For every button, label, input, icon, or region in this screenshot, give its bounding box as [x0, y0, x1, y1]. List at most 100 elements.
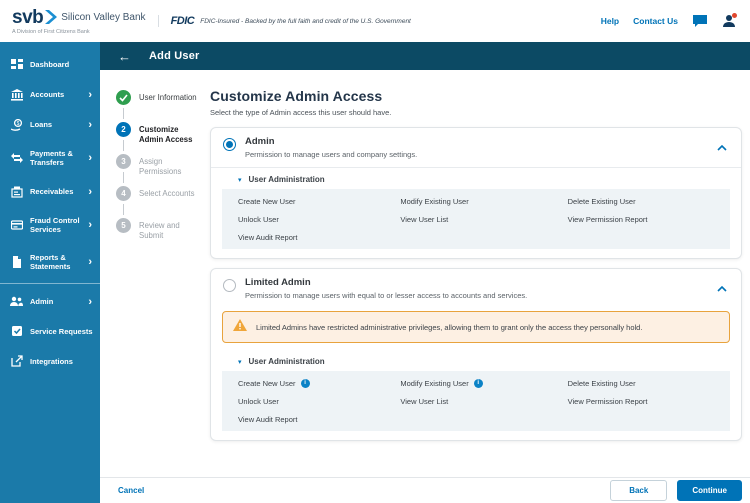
step-number: 3 [116, 154, 131, 169]
sidebar-nav: Dashboard Accounts › $ Loans › Payments … [0, 42, 100, 503]
permission-item: View User List [400, 214, 449, 224]
sidebar-item-loans[interactable]: $ Loans › [0, 110, 100, 140]
limited-admin-radio[interactable] [223, 279, 236, 292]
limited-admin-card-description: Permission to manage users with equal to… [245, 291, 528, 300]
step-connector [123, 172, 124, 183]
sidebar-item-service-requests[interactable]: Service Requests [0, 316, 100, 346]
fdic-text: FDIC-Insured - Backed by the full faith … [200, 17, 411, 25]
info-icon[interactable]: i [300, 378, 310, 388]
admin-radio[interactable] [223, 138, 236, 151]
continue-button[interactable]: Continue [677, 480, 742, 501]
permission-row: Create New User Modify Existing User Del… [238, 192, 730, 210]
back-arrow-icon[interactable]: ← [118, 50, 131, 63]
info-icon[interactable]: i [473, 378, 483, 388]
permission-item: Create New User i [238, 378, 400, 388]
step-assign-permissions[interactable]: 3 Assign Permissions [116, 154, 204, 186]
fdic-notice: FDIC FDIC-Insured - Backed by the full f… [157, 15, 411, 27]
chevron-right-icon: › [88, 119, 92, 131]
step-customize-admin-access[interactable]: 2 Customize Admin Access [116, 122, 204, 154]
receivables-icon [10, 186, 23, 198]
people-icon [10, 296, 23, 307]
sidebar-divider [0, 283, 100, 285]
header-actions: Help Contact Us [601, 13, 737, 28]
wizard-footer: Cancel Back Continue [100, 477, 750, 503]
permission-item: View User List [400, 396, 449, 406]
fdic-logo: FDIC [170, 15, 195, 27]
caret-down-icon: ▾ [238, 358, 242, 366]
limited-admin-card-header: Limited Admin Permission to manage users… [211, 269, 741, 308]
app-window: svb Silicon Valley Bank A Division of Fi… [0, 0, 750, 503]
chevron-right-icon: › [88, 185, 92, 198]
chat-icon[interactable] [692, 14, 708, 28]
section-title: Customize Admin Access [210, 88, 383, 104]
limited-admin-permissions-list: Create New User i Modify Existing User i… [222, 371, 730, 431]
chevron-up-icon[interactable] [715, 136, 729, 158]
permission-row: Unlock User View User List View Permissi… [238, 210, 730, 228]
permission-item: View Permission Report [567, 214, 648, 224]
step-connector [123, 140, 124, 151]
sidebar-item-accounts[interactable]: Accounts › [0, 80, 100, 110]
content-area: User Information 2 Customize Admin Acces… [100, 70, 750, 477]
chevron-right-icon: › [88, 89, 92, 101]
permission-item: View Audit Report [238, 414, 298, 424]
permission-item: Modify Existing User i [400, 378, 567, 388]
sidebar-item-admin[interactable]: Admin › [0, 287, 100, 316]
sidebar-item-payments-transfers[interactable]: Payments & Transfers › [0, 140, 100, 177]
step-user-information[interactable]: User Information [116, 90, 204, 122]
global-header: svb Silicon Valley Bank A Division of Fi… [0, 0, 750, 42]
step-connector [123, 108, 124, 119]
svb-logo-text: svb [12, 6, 44, 28]
svb-chevron-icon [44, 9, 58, 25]
page-topbar: ← Add User [100, 42, 750, 70]
admin-access-card: Admin Permission to manage users and com… [210, 127, 742, 259]
svg-text:$: $ [16, 121, 19, 127]
permission-item: Unlock User [238, 214, 279, 224]
chevron-right-icon: › [88, 152, 92, 165]
step-number: 4 [116, 186, 131, 201]
sidebar-item-reports-statements[interactable]: Reports & Statements › [0, 244, 100, 281]
step-select-accounts[interactable]: 4 Select Accounts [116, 186, 204, 218]
sidebar-item-dashboard[interactable]: Dashboard [0, 50, 100, 80]
step-review-and-submit[interactable]: 5 Review and Submit [116, 218, 204, 241]
back-button[interactable]: Back [610, 480, 668, 501]
sidebar-item-fraud-control[interactable]: Fraud Control Services › [0, 207, 100, 244]
permission-item: Modify Existing User [400, 196, 469, 206]
step-check-icon [116, 90, 131, 105]
integrations-icon [10, 355, 23, 367]
chevron-up-icon[interactable] [715, 277, 729, 299]
limited-admin-access-card: Limited Admin Permission to manage users… [210, 268, 742, 441]
bank-icon [10, 89, 23, 101]
document-icon [10, 255, 23, 268]
page-title: Add User [149, 50, 200, 62]
section-subtitle: Select the type of Admin access this use… [210, 108, 392, 117]
admin-user-administration-toggle[interactable]: ▾ User Administration [211, 168, 741, 189]
sidebar-item-receivables[interactable]: Receivables › [0, 177, 100, 207]
permission-row: Create New User i Modify Existing User i… [238, 374, 730, 392]
division-tagline: A Division of First Citizens Bank [12, 28, 90, 35]
cancel-link[interactable]: Cancel [118, 486, 144, 495]
permission-item: Delete Existing User [567, 196, 636, 206]
limited-admin-card-title: Limited Admin [245, 277, 311, 288]
loans-icon: $ [10, 119, 23, 131]
permission-row: View Audit Report [238, 410, 730, 428]
sidebar-item-integrations[interactable]: Integrations [0, 346, 100, 376]
notification-dot [732, 13, 737, 18]
transfer-arrows-icon [10, 152, 23, 164]
permission-row: View Audit Report [238, 228, 730, 246]
permission-item: View Audit Report [238, 232, 298, 242]
step-number: 2 [116, 122, 131, 137]
limited-admin-user-administration-toggle[interactable]: ▾ User Administration [211, 350, 741, 371]
permission-item: Delete Existing User [567, 378, 636, 388]
contact-us-link[interactable]: Contact Us [633, 16, 678, 26]
admin-card-header: Admin Permission to manage users and com… [211, 128, 741, 167]
fraud-control-icon [10, 219, 23, 231]
help-link[interactable]: Help [601, 16, 619, 26]
limited-admin-warning-banner: Limited Admins have restricted administr… [222, 311, 730, 343]
chevron-right-icon: › [88, 219, 92, 232]
clipboard-check-icon [10, 325, 23, 337]
profile-icon[interactable] [722, 13, 737, 28]
warning-triangle-icon [233, 318, 247, 336]
wizard-stepper: User Information 2 Customize Admin Acces… [100, 70, 204, 477]
chevron-right-icon: › [88, 255, 92, 268]
step-number: 5 [116, 218, 131, 233]
